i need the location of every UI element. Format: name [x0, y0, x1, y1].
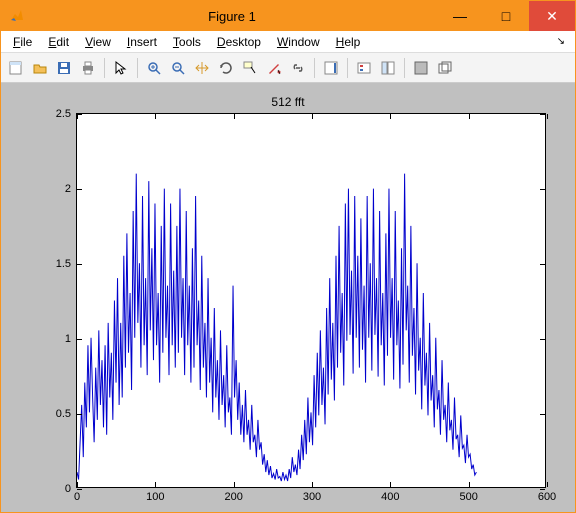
menu-tools[interactable]: Tools: [167, 33, 207, 51]
window-title: Figure 1: [27, 9, 437, 24]
minimize-button[interactable]: —: [437, 1, 483, 31]
figure-window: Figure 1 — □ ✕ File Edit View Insert Too…: [0, 0, 576, 513]
link-icon[interactable]: [287, 57, 309, 79]
x-tick-label: 0: [74, 487, 80, 503]
dock-icon[interactable]: [410, 57, 432, 79]
plot-tools-icon[interactable]: [377, 57, 399, 79]
menu-file[interactable]: File: [7, 33, 38, 51]
colorbar-icon[interactable]: [320, 57, 342, 79]
x-tick-label: 100: [146, 487, 164, 503]
chart-title: 512 fft: [18, 95, 558, 109]
menu-help[interactable]: Help: [330, 33, 367, 51]
x-tick-label: 600: [538, 487, 556, 503]
x-tick-label: 200: [224, 487, 242, 503]
menu-edit[interactable]: Edit: [42, 33, 75, 51]
close-button[interactable]: ✕: [529, 1, 575, 31]
y-tick-label: 2.5: [56, 108, 77, 120]
maximize-button[interactable]: □: [483, 1, 529, 31]
figure-body: 512 fft 00.511.522.50100200300400500600: [1, 83, 575, 512]
menu-insert[interactable]: Insert: [121, 33, 163, 51]
menu-overflow-icon[interactable]: ↘: [557, 36, 569, 47]
save-icon[interactable]: [53, 57, 75, 79]
menu-view[interactable]: View: [79, 33, 117, 51]
pan-icon[interactable]: [191, 57, 213, 79]
x-tick-label: 500: [459, 487, 477, 503]
y-tick-label: 1: [65, 333, 77, 345]
open-icon[interactable]: [29, 57, 51, 79]
y-tick-label: 1.5: [56, 258, 77, 270]
menu-window[interactable]: Window: [271, 33, 326, 51]
rotate-icon[interactable]: [215, 57, 237, 79]
brush-icon[interactable]: [263, 57, 285, 79]
zoom-in-icon[interactable]: [143, 57, 165, 79]
x-tick-label: 400: [381, 487, 399, 503]
legend-icon[interactable]: [353, 57, 375, 79]
plot-area[interactable]: 512 fft 00.511.522.50100200300400500600: [18, 95, 558, 500]
data-cursor-icon[interactable]: [239, 57, 261, 79]
new-figure-icon[interactable]: [5, 57, 27, 79]
axes[interactable]: 00.511.522.50100200300400500600: [76, 113, 546, 488]
line-plot: [77, 114, 545, 487]
y-tick-label: 2: [65, 183, 77, 195]
menubar: File Edit View Insert Tools Desktop Wind…: [1, 31, 575, 53]
zoom-out-icon[interactable]: [167, 57, 189, 79]
undock-icon[interactable]: [434, 57, 456, 79]
pointer-icon[interactable]: [110, 57, 132, 79]
print-icon[interactable]: [77, 57, 99, 79]
window-buttons: — □ ✕: [437, 1, 575, 31]
y-tick-label: 0.5: [56, 408, 77, 420]
matlab-icon: [7, 6, 27, 26]
titlebar[interactable]: Figure 1 — □ ✕: [1, 1, 575, 31]
x-tick-label: 300: [303, 487, 321, 503]
menu-desktop[interactable]: Desktop: [211, 33, 267, 51]
toolbar: [1, 53, 575, 83]
